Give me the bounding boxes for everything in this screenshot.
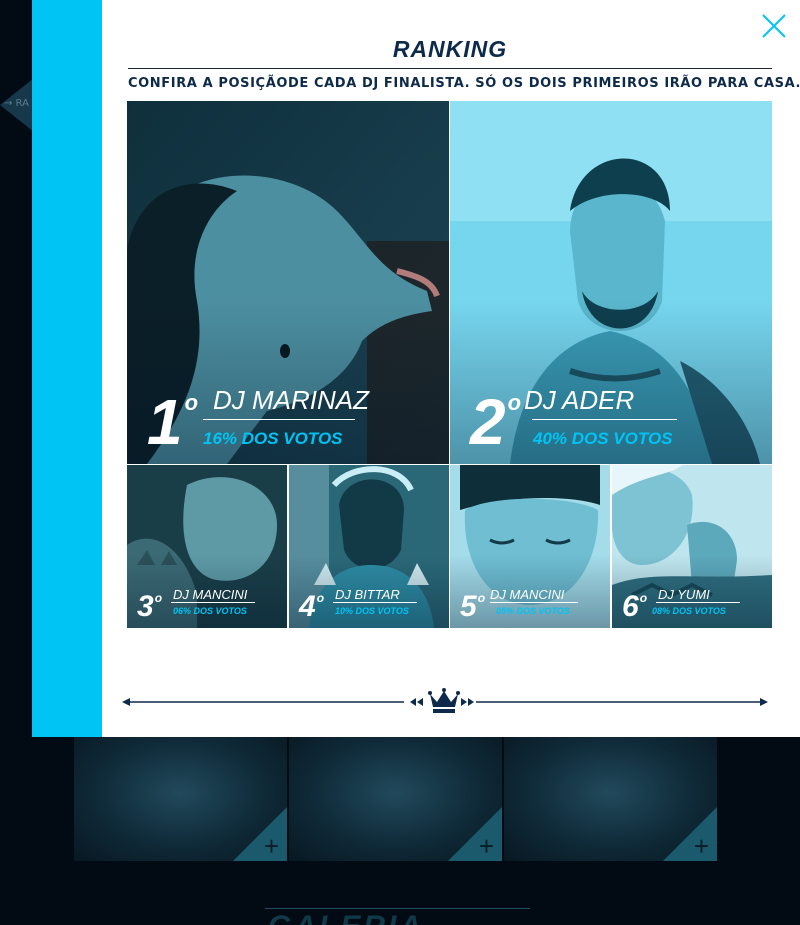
title-divider xyxy=(128,68,772,69)
vote-percentage: 05% DOS VOTOS xyxy=(496,606,570,616)
plus-icon: + xyxy=(693,831,709,861)
rank-position: 3o xyxy=(137,590,163,623)
modal-accent-bar xyxy=(32,0,102,737)
vote-percentage: 08% DOS VOTOS xyxy=(652,606,726,616)
name-underline xyxy=(333,602,417,603)
dj-name: DJ ADER xyxy=(524,385,635,415)
crown-icon xyxy=(428,688,460,713)
rank-position: 5o xyxy=(460,590,486,623)
name-underline xyxy=(490,602,578,603)
background-section-rule xyxy=(265,908,530,909)
name-underline xyxy=(532,419,677,420)
dj-name: DJ MANCINI xyxy=(173,587,248,602)
plus-icon: + xyxy=(478,831,494,861)
rank-position: 2o xyxy=(470,386,522,458)
background-gallery-tile: + xyxy=(504,737,717,861)
vote-percentage: 16% DOS VOTOS xyxy=(203,429,343,448)
ranking-card-2[interactable]: 2o DJ ADER 40% DOS VOTOS xyxy=(450,101,772,464)
dj-name: DJ BITTAR xyxy=(335,587,400,602)
background-gallery-tile: + xyxy=(289,737,502,861)
ranking-card-4[interactable]: 4o DJ BITTAR 10% DOS VOTOS xyxy=(289,465,449,628)
dj-name: DJ YUMI xyxy=(658,587,710,602)
rank-position: 1o xyxy=(147,386,199,458)
name-underline xyxy=(171,602,255,603)
dj-name: DJ MARINAZ xyxy=(213,385,369,415)
ranking-card-6[interactable]: 6o DJ YUMI 08% DOS VOTOS xyxy=(612,465,772,628)
vote-percentage: 06% DOS VOTOS xyxy=(173,606,247,616)
vote-percentage: 10% DOS VOTOS xyxy=(335,606,409,616)
background-gallery-tile: + xyxy=(74,737,287,861)
modal-subtitle: CONFIRA A POSIÇÃODE CADA DJ FINALISTA. S… xyxy=(128,76,800,91)
background-section-title: GALERIA xyxy=(268,910,528,925)
name-underline xyxy=(656,602,740,603)
ranking-card-3[interactable]: 3o DJ MANCINI 06% DOS VOTOS xyxy=(127,465,287,628)
background-arrow-label: → RA xyxy=(4,98,29,109)
rank-position: 4o xyxy=(299,590,325,623)
ranking-card-5[interactable]: 5o DJ MANCINI 05% DOS VOTOS xyxy=(450,465,610,628)
modal-title: RANKING xyxy=(392,36,508,62)
dj-name: DJ MANCINI xyxy=(490,587,565,602)
name-underline xyxy=(203,419,355,420)
plus-icon: + xyxy=(263,831,279,861)
vote-percentage: 40% DOS VOTOS xyxy=(533,429,673,448)
ranking-card-1[interactable]: 1o DJ MARINAZ 16% DOS VOTOS xyxy=(127,101,449,464)
rank-position: 6o xyxy=(622,590,648,623)
